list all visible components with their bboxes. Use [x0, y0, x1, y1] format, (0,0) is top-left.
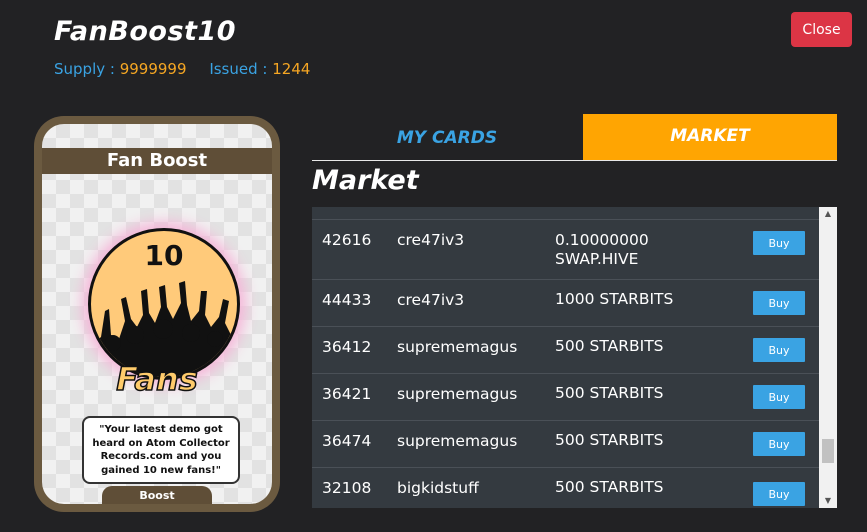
seller-name: cre47iv3 — [397, 231, 465, 249]
seller-name: bigkidstuff — [397, 479, 479, 497]
price: 500 STARBITS — [555, 384, 664, 402]
table-row: 44433 cre47iv3 1000 STARBITS Buy — [312, 279, 819, 327]
buy-button[interactable]: Buy — [753, 432, 805, 456]
tab-my-cards[interactable]: MY CARDS — [312, 116, 582, 160]
card-id: 36421 — [322, 385, 372, 403]
market-scrollbar[interactable]: ▲ ▼ — [819, 207, 837, 508]
price: 500 STARBITS — [555, 431, 664, 449]
card-description: "Your latest demo got heard on Atom Coll… — [82, 416, 240, 484]
supply-label: Supply : — [54, 60, 115, 78]
issued-value: 1244 — [272, 60, 311, 78]
market-heading: Market — [312, 165, 419, 196]
card-id: 44433 — [322, 291, 372, 309]
price: 1000 STARBITS — [555, 290, 674, 308]
buy-button[interactable]: Buy — [753, 482, 805, 506]
buy-button[interactable]: Buy — [753, 385, 805, 409]
issued-label: Issued : — [209, 60, 268, 78]
seller-name: suprememagus — [397, 385, 518, 403]
seller-name: suprememagus — [397, 432, 518, 450]
table-row: 36412 suprememagus 500 STARBITS Buy — [312, 326, 819, 374]
fans-word: Fans — [115, 359, 198, 399]
table-row: 42616 cre47iv3 0.10000000 SWAP.HIVE Buy — [312, 219, 819, 280]
table-row: 32108 bigkidstuff 500 STARBITS Buy — [312, 467, 819, 508]
card-id: 36474 — [322, 432, 372, 450]
tab-market[interactable]: MARKET — [583, 114, 837, 160]
tab-divider — [312, 160, 837, 161]
buy-button[interactable]: Buy — [753, 291, 805, 315]
stats-line: Supply : 9999999 Issued : 1244 — [54, 60, 328, 78]
close-button[interactable]: Close — [791, 12, 852, 47]
seller-name: cre47iv3 — [397, 291, 465, 309]
card-id: 42616 — [322, 231, 372, 249]
price: 500 STARBITS — [555, 478, 664, 496]
fan-boost-card: Fan Boost 10 Fans "Your latest demo got … — [34, 116, 280, 512]
card-type-label: Boost — [102, 486, 212, 504]
card-face: Fan Boost 10 Fans "Your latest demo got … — [42, 124, 272, 504]
fans-emblem: 10 — [88, 228, 240, 380]
table-row: 36421 suprememagus 500 STARBITS Buy — [312, 373, 819, 421]
price: 0.10000000 SWAP.HIVE — [555, 231, 649, 268]
table-row: 36474 suprememagus 500 STARBITS Buy — [312, 420, 819, 468]
card-name: Fan Boost — [42, 148, 272, 174]
card-id: 32108 — [322, 479, 372, 497]
collection-title: FanBoost10 — [54, 16, 237, 47]
fan-count: 10 — [144, 239, 184, 272]
card-id: 36412 — [322, 338, 372, 356]
seller-name: suprememagus — [397, 338, 518, 356]
buy-button[interactable]: Buy — [753, 338, 805, 362]
scroll-down-arrow-icon[interactable]: ▼ — [819, 494, 837, 508]
supply-value: 9999999 — [119, 60, 187, 78]
scroll-thumb[interactable] — [822, 439, 834, 463]
market-table[interactable]: 42616 cre47iv3 0.10000000 SWAP.HIVE Buy … — [312, 207, 837, 508]
scroll-up-arrow-icon[interactable]: ▲ — [819, 207, 837, 221]
buy-button[interactable]: Buy — [753, 231, 805, 255]
price: 500 STARBITS — [555, 337, 664, 355]
